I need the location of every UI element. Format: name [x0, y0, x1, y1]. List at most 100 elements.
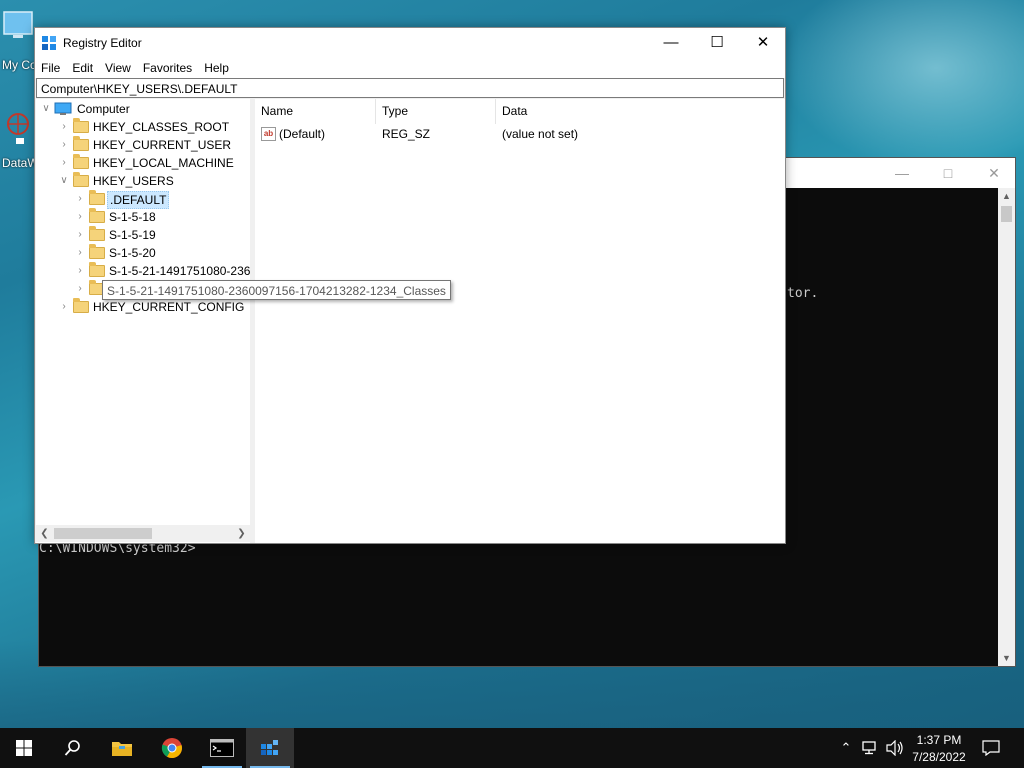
- tree-item-hkey-local-machine[interactable]: › HKEY_LOCAL_MACHINE: [36, 154, 250, 172]
- desktop-icon-my-computer[interactable]: My Co: [0, 10, 37, 72]
- computer-icon: [54, 102, 72, 115]
- value-row[interactable]: ab (Default) REG_SZ (value not set): [255, 125, 785, 143]
- taskbar: ⌃ 1:37 PM 7/28/2022: [0, 728, 1024, 768]
- network-icon[interactable]: [862, 741, 880, 755]
- folder-icon: [73, 118, 89, 133]
- datawrapper-icon: [7, 113, 29, 144]
- folder-icon: [73, 172, 89, 187]
- close-button[interactable]: ✕: [971, 158, 1017, 188]
- tree-horizontal-scrollbar[interactable]: ❮ ❯: [36, 525, 250, 542]
- folder-icon: [73, 154, 89, 169]
- value-name: (Default): [279, 127, 326, 141]
- chevron-up-icon[interactable]: ⌃: [836, 740, 856, 756]
- tree-item-default[interactable]: › .DEFAULT: [36, 190, 250, 209]
- tree-item-label: HKEY_CURRENT_CONFIG: [93, 300, 245, 314]
- console-output-text: tor.: [787, 286, 819, 301]
- chevron-right-icon[interactable]: ›: [74, 280, 86, 298]
- chrome-icon: [161, 738, 182, 759]
- address-bar[interactable]: Computer\HKEY_USERS\.DEFAULT: [36, 78, 784, 98]
- wallpaper-highlight: [780, 0, 1024, 170]
- scroll-up-arrow-icon[interactable]: ▲: [998, 188, 1015, 204]
- scroll-right-arrow-icon[interactable]: ❯: [233, 525, 250, 542]
- scroll-thumb[interactable]: [54, 528, 152, 539]
- tree-item-hkey-classes-root[interactable]: › HKEY_CLASSES_ROOT: [36, 118, 250, 136]
- tree-item-label: HKEY_LOCAL_MACHINE: [93, 156, 234, 170]
- taskbar-command-prompt[interactable]: [198, 728, 246, 768]
- desktop-icon-label: My Co: [2, 58, 37, 72]
- maximize-button[interactable]: □: [925, 158, 971, 188]
- folder-icon: [89, 244, 105, 259]
- tree-item-label: S-1-5-20: [109, 246, 156, 260]
- maximize-button[interactable]: ☐: [694, 28, 740, 58]
- tree-item-label: S-1-5-18: [109, 210, 156, 224]
- chevron-right-icon[interactable]: ›: [58, 298, 70, 316]
- folder-icon: [112, 742, 132, 756]
- command-prompt-icon: [210, 739, 234, 757]
- folder-icon: [89, 208, 105, 223]
- values-list-pane[interactable]: Name Type Data ab (Default) REG_SZ (valu…: [255, 99, 785, 543]
- chevron-right-icon[interactable]: ›: [74, 208, 86, 226]
- key-tree-pane[interactable]: ∨ Computer › HKEY_CLASSES_ROOT › HKEY_CU…: [36, 99, 250, 543]
- chevron-right-icon[interactable]: ›: [74, 244, 86, 262]
- value-type: REG_SZ: [382, 127, 431, 141]
- tree-item-label: HKEY_CURRENT_USER: [93, 138, 232, 152]
- string-value-icon: ab: [261, 127, 276, 141]
- tree-item-hkey-current-config[interactable]: › HKEY_CURRENT_CONFIG: [36, 298, 250, 316]
- chevron-right-icon[interactable]: ›: [58, 118, 70, 136]
- tree-item-hkey-users[interactable]: ∨ HKEY_USERS: [36, 172, 250, 190]
- chevron-right-icon[interactable]: ›: [58, 154, 70, 172]
- folder-open-icon: [89, 190, 105, 205]
- close-button[interactable]: ✕: [740, 28, 786, 58]
- clock-time[interactable]: 1:37 PM: [908, 733, 970, 747]
- taskbar-registry-editor[interactable]: [246, 728, 294, 768]
- scroll-left-arrow-icon[interactable]: ❮: [36, 525, 53, 542]
- notification-icon[interactable]: [982, 740, 1000, 756]
- tree-item-hkey-current-user[interactable]: › HKEY_CURRENT_USER: [36, 136, 250, 154]
- column-header-name[interactable]: Name: [255, 99, 376, 124]
- minimize-button[interactable]: —: [879, 158, 925, 188]
- value-data: (value not set): [502, 127, 579, 141]
- tree-item-s-1-5-21-user[interactable]: › S-1-5-21-1491751080-2360: [36, 262, 250, 280]
- start-button[interactable]: [0, 728, 48, 768]
- tree-item-s-1-5-18[interactable]: › S-1-5-18: [36, 208, 250, 226]
- chevron-right-icon[interactable]: ›: [74, 262, 86, 280]
- window-title: Registry Editor: [63, 36, 142, 50]
- clock-date[interactable]: 7/28/2022: [908, 750, 970, 764]
- menu-favorites[interactable]: Favorites: [137, 58, 198, 75]
- chevron-right-icon[interactable]: ›: [74, 190, 86, 208]
- windows-logo-icon: [16, 740, 32, 756]
- desktop-icon-dataw[interactable]: DataW: [0, 110, 39, 170]
- tree-item-label: HKEY_USERS: [93, 174, 174, 188]
- titlebar[interactable]: Registry Editor — ☐ ✕: [35, 28, 785, 58]
- folder-icon: [73, 298, 89, 313]
- tree-item-label: S-1-5-21-1491751080-2360: [109, 264, 250, 278]
- menu-help[interactable]: Help: [198, 58, 235, 75]
- search-button[interactable]: [48, 728, 96, 768]
- taskbar-chrome[interactable]: [148, 728, 196, 768]
- minimize-button[interactable]: —: [648, 28, 694, 58]
- menu-edit[interactable]: Edit: [66, 58, 99, 75]
- column-header-data[interactable]: Data: [496, 99, 785, 124]
- taskbar-file-explorer[interactable]: [98, 728, 146, 768]
- console-scrollbar[interactable]: ▲ ▼: [998, 188, 1015, 666]
- chevron-down-icon[interactable]: ∨: [40, 100, 52, 118]
- registry-editor-icon: [42, 36, 56, 50]
- chevron-right-icon[interactable]: ›: [58, 136, 70, 154]
- tree-item-label: .DEFAULT: [107, 191, 170, 209]
- scroll-thumb[interactable]: [1001, 206, 1012, 222]
- volume-icon[interactable]: [886, 740, 904, 756]
- chevron-right-icon[interactable]: ›: [74, 226, 86, 244]
- menu-view[interactable]: View: [99, 58, 137, 75]
- tree-item-label: S-1-5-19: [109, 228, 156, 242]
- chevron-down-icon[interactable]: ∨: [58, 172, 70, 190]
- tree-item-computer[interactable]: ∨ Computer: [36, 100, 250, 118]
- scroll-down-arrow-icon[interactable]: ▼: [998, 650, 1015, 666]
- tree-item-s-1-5-20[interactable]: › S-1-5-20: [36, 244, 250, 262]
- registry-editor-icon: [261, 740, 278, 755]
- search-icon: [64, 740, 80, 756]
- column-header-type[interactable]: Type: [376, 99, 496, 124]
- menu-file[interactable]: File: [35, 58, 66, 75]
- menu-bar: File Edit View Favorites Help: [35, 58, 785, 78]
- tree-item-s-1-5-19[interactable]: › S-1-5-19: [36, 226, 250, 244]
- folder-icon: [89, 226, 105, 241]
